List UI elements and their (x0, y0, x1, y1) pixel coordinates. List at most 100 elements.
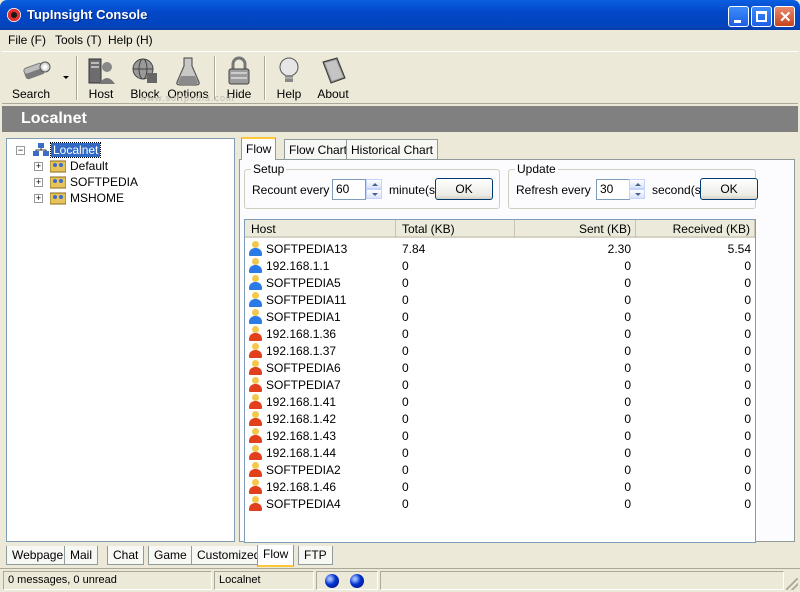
setup-ok-button[interactable]: OK (435, 178, 493, 200)
user-icon (248, 309, 262, 324)
table-row[interactable]: SOFTPEDIA5 0 0 0 (245, 274, 755, 291)
resize-grip-icon[interactable] (786, 578, 798, 590)
menu-help[interactable]: Help (H) (108, 33, 153, 47)
minimize-button[interactable] (728, 6, 749, 27)
options-icon (176, 57, 200, 86)
sent-kb: 0 (624, 361, 631, 375)
bottom-tab-flow[interactable]: Flow (257, 545, 295, 567)
toolbar-separator (264, 56, 266, 100)
refresh-input[interactable]: 30 (596, 179, 630, 200)
bottom-tab-customized[interactable]: Customized (191, 546, 267, 565)
table-row[interactable]: SOFTPEDIA1 0 0 0 (245, 308, 755, 325)
window-title: TupInsight Console (27, 7, 148, 22)
host-name: SOFTPEDIA1 (266, 310, 341, 324)
received-kb: 0 (744, 310, 751, 324)
host-name: 192.168.1.43 (266, 429, 337, 443)
close-button[interactable]: ✕ (774, 6, 795, 27)
column-total[interactable]: Total (KB) (396, 220, 515, 238)
refresh-stepper[interactable] (629, 179, 645, 200)
user-icon (248, 462, 262, 477)
column-host[interactable]: Host (245, 220, 396, 238)
host-name: 192.168.1.46 (266, 480, 337, 494)
status-network: Localnet (214, 571, 314, 590)
collapse-icon[interactable]: − (16, 146, 25, 155)
total-kb: 0 (402, 276, 409, 290)
spin-down-icon[interactable] (366, 189, 382, 199)
total-kb: 0 (402, 310, 409, 324)
tree-node-softpedia[interactable]: + SOFTPEDIA (13, 174, 213, 190)
spin-up-icon[interactable] (366, 179, 382, 189)
bottom-tab-game[interactable]: Game (148, 546, 193, 565)
table-row[interactable]: SOFTPEDIA13 7.84 2.30 5.54 (245, 240, 755, 257)
tab-flow[interactable]: Flow (241, 137, 277, 160)
table-row[interactable]: 192.168.1.44 0 0 0 (245, 444, 755, 461)
network-tree[interactable]: − Localnet + Default + SOFTPEDIA + MSHOM… (6, 138, 235, 542)
minimize-icon (734, 20, 741, 23)
help-button[interactable]: Help (270, 54, 308, 102)
table-row[interactable]: 192.168.1.46 0 0 0 (245, 478, 755, 495)
sent-kb: 0 (624, 276, 631, 290)
host-label: Host (88, 87, 114, 101)
expand-icon[interactable]: + (34, 178, 43, 187)
menu-tools[interactable]: Tools (T) (55, 33, 102, 47)
column-sent[interactable]: Sent (KB) (515, 220, 636, 238)
expand-icon[interactable]: + (34, 162, 43, 171)
bottom-tab-webpage[interactable]: Webpage (6, 546, 70, 565)
setup-group: Setup Recount every 60 minute(s) OK (244, 162, 500, 209)
table-row[interactable]: SOFTPEDIA2 0 0 0 (245, 461, 755, 478)
host-button[interactable]: Host (82, 54, 120, 102)
update-ok-button[interactable]: OK (700, 178, 758, 200)
refresh-unit: second(s) (652, 183, 705, 197)
received-kb: 0 (744, 344, 751, 358)
recount-input[interactable]: 60 (332, 179, 366, 200)
bottom-tab-mail[interactable]: Mail (64, 546, 99, 565)
table-row[interactable]: SOFTPEDIA7 0 0 0 (245, 376, 755, 393)
host-name: 192.168.1.1 (266, 259, 330, 273)
menu-file[interactable]: File (F) (8, 33, 46, 47)
tree-node-mshome[interactable]: + MSHOME (13, 190, 213, 206)
spin-up-icon[interactable] (629, 179, 645, 189)
host-name: SOFTPEDIA7 (266, 378, 341, 392)
expand-icon[interactable]: + (34, 194, 43, 203)
tab-flow-chart[interactable]: Flow Chart (284, 139, 353, 159)
table-row[interactable]: 192.168.1.41 0 0 0 (245, 393, 755, 410)
bottom-tab-ftp[interactable]: FTP (298, 546, 333, 565)
table-row[interactable]: 192.168.1.36 0 0 0 (245, 325, 755, 342)
search-label: Search (11, 87, 51, 101)
table-row[interactable]: 192.168.1.37 0 0 0 (245, 342, 755, 359)
bottom-tab-chat[interactable]: Chat (107, 546, 145, 565)
received-kb: 0 (744, 463, 751, 477)
user-icon (248, 360, 262, 375)
tree-node-localnet[interactable]: − Localnet (13, 142, 213, 158)
tree-label: MSHOME (70, 191, 124, 205)
status-indicators (316, 571, 378, 590)
sent-kb: 0 (624, 327, 631, 341)
spin-down-icon[interactable] (629, 189, 645, 199)
table-row[interactable]: SOFTPEDIA11 0 0 0 (245, 291, 755, 308)
total-kb: 0 (402, 378, 409, 392)
search-dropdown-arrow[interactable] (63, 76, 69, 79)
app-icon[interactable] (7, 8, 21, 22)
tree-label: SOFTPEDIA (70, 175, 139, 189)
user-icon (248, 496, 262, 511)
host-name: SOFTPEDIA4 (266, 497, 341, 511)
title-bar[interactable]: TupInsight Console ✕ (0, 0, 800, 30)
tree-node-default[interactable]: + Default (13, 158, 213, 174)
sent-kb: 0 (624, 480, 631, 494)
search-button[interactable]: Search (8, 54, 70, 102)
tab-historical-chart[interactable]: Historical Chart (346, 139, 439, 159)
recount-unit: minute(s) (389, 183, 440, 197)
recount-stepper[interactable] (366, 179, 382, 200)
maximize-button[interactable] (751, 6, 772, 27)
total-kb: 0 (402, 463, 409, 477)
host-list[interactable]: Host Total (KB) Sent (KB) Received (KB) … (244, 219, 756, 543)
table-row[interactable]: 192.168.1.42 0 0 0 (245, 410, 755, 427)
table-row[interactable]: 192.168.1.43 0 0 0 (245, 427, 755, 444)
table-row[interactable]: SOFTPEDIA4 0 0 0 (245, 495, 755, 512)
column-received[interactable]: Received (KB) (636, 220, 755, 238)
table-row[interactable]: SOFTPEDIA6 0 0 0 (245, 359, 755, 376)
about-button[interactable]: About (312, 54, 354, 102)
received-kb: 0 (744, 327, 751, 341)
user-icon (248, 326, 262, 341)
table-row[interactable]: 192.168.1.1 0 0 0 (245, 257, 755, 274)
